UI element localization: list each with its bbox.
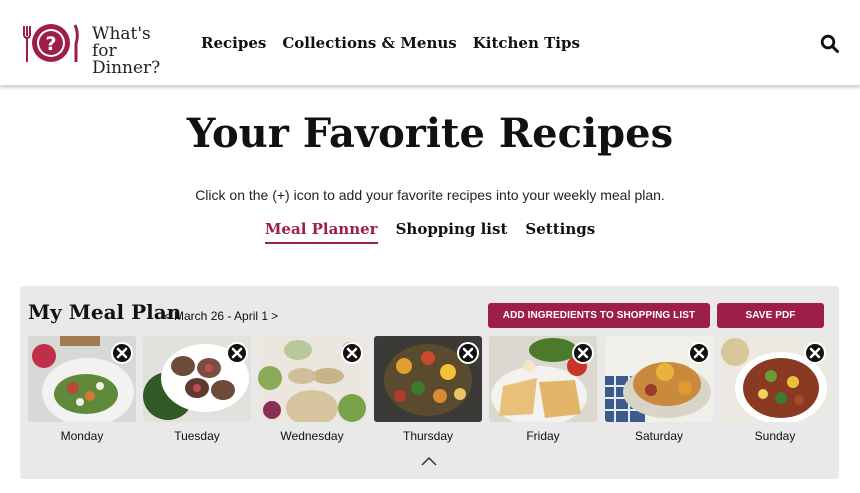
day-card-monday: Monday — [28, 336, 136, 446]
search-icon[interactable] — [820, 34, 840, 54]
prev-week-button[interactable]: < — [164, 309, 171, 323]
page-title: Your Favorite Recipes — [186, 110, 674, 157]
meal-plan-title: My Meal Plan — [28, 300, 182, 324]
close-icon — [462, 347, 474, 359]
instructions-text: Click on the (+) icon to add your favori… — [195, 187, 665, 203]
day-label: Friday — [526, 429, 560, 443]
site-logo[interactable]: ? What's for Dinner? — [22, 20, 182, 77]
day-card-friday: Friday — [489, 336, 597, 446]
tab-settings[interactable]: Settings — [525, 220, 595, 244]
logo-mark-icon: ? — [23, 24, 79, 62]
remove-recipe-button[interactable] — [341, 342, 363, 364]
meal-plan-panel: My Meal Plan < March 26 - April 1 > Add … — [20, 286, 839, 479]
tabs: Meal Planner Shopping list Settings — [0, 220, 860, 244]
nav-kitchen-tips[interactable]: Kitchen Tips — [473, 34, 580, 52]
site-header: ? What's for Dinner? Recipes Collections… — [0, 0, 860, 86]
logo-text: What's for Dinner? — [92, 26, 182, 77]
day-card-tuesday: Tuesday — [143, 336, 251, 446]
day-label: Thursday — [402, 429, 454, 443]
day-card-wednesday: Wednesday — [258, 336, 366, 446]
logo-line-2: for Dinner? — [92, 41, 161, 78]
tab-meal-planner[interactable]: Meal Planner — [264, 220, 378, 244]
close-icon — [346, 347, 358, 359]
remove-recipe-button[interactable] — [688, 342, 710, 364]
remove-recipe-button[interactable] — [457, 342, 479, 364]
remove-recipe-button[interactable] — [572, 342, 594, 364]
day-card-sunday: Sunday — [721, 336, 829, 446]
day-label: Sunday — [754, 429, 796, 443]
day-label: Tuesday — [174, 429, 220, 443]
date-range-label: March 26 - April 1 — [174, 309, 269, 323]
add-ingredients-button[interactable]: Add ingredients to shopping list — [488, 303, 710, 328]
collapse-chevron-up-icon[interactable] — [421, 456, 437, 466]
day-card-thursday: Thursday — [374, 336, 482, 446]
close-icon — [693, 347, 705, 359]
svg-text:?: ? — [45, 33, 56, 55]
remove-recipe-button[interactable] — [804, 342, 826, 364]
day-card-saturday: Saturday — [605, 336, 713, 446]
main-nav: Recipes Collections & Menus Kitchen Tips — [201, 34, 580, 52]
close-icon — [231, 347, 243, 359]
remove-recipe-button[interactable] — [111, 342, 133, 364]
save-pdf-button[interactable]: Save PDF — [717, 303, 824, 328]
next-week-button[interactable]: > — [271, 309, 278, 323]
close-icon — [809, 347, 821, 359]
close-icon — [116, 347, 128, 359]
date-range: < March 26 - April 1 > — [164, 309, 278, 323]
remove-recipe-button[interactable] — [226, 342, 248, 364]
day-label: Wednesday — [280, 429, 344, 443]
close-icon — [577, 347, 589, 359]
day-label: Monday — [60, 429, 104, 443]
nav-collections-menus[interactable]: Collections & Menus — [282, 34, 456, 52]
tab-shopping-list[interactable]: Shopping list — [396, 220, 508, 244]
meal-days: Monday Tuesday Wednesday Thursday Friday… — [28, 336, 839, 446]
day-label: Saturday — [634, 429, 684, 443]
nav-recipes[interactable]: Recipes — [201, 34, 266, 52]
